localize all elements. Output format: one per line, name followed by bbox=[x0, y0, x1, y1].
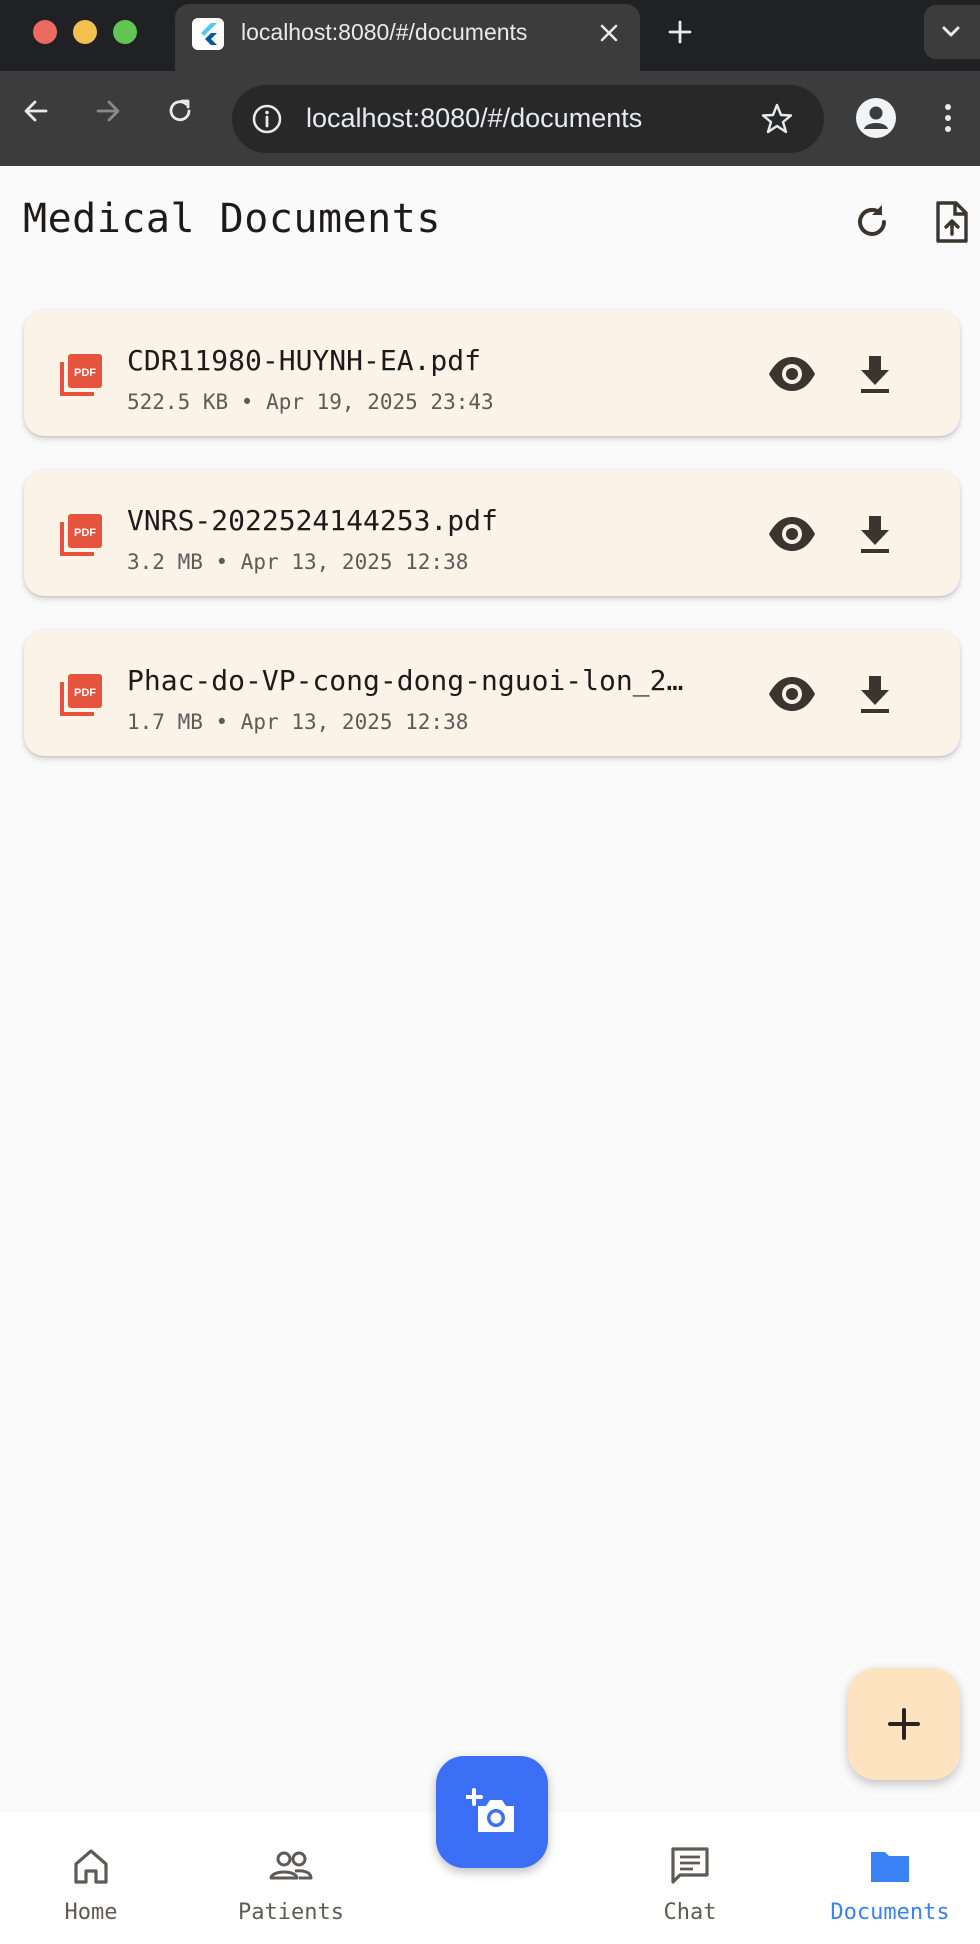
window-minimize-button[interactable] bbox=[73, 20, 97, 44]
add-document-button[interactable] bbox=[848, 1668, 960, 1780]
bookmark-star-icon[interactable] bbox=[758, 100, 796, 142]
browser-toolbar: localhost:8080/#/documents bbox=[0, 71, 980, 166]
document-meta: 1.7 MB • Apr 13, 2025 12:38 bbox=[127, 710, 469, 734]
address-bar[interactable]: localhost:8080/#/documents bbox=[232, 85, 824, 153]
pdf-file-icon: PDF bbox=[58, 352, 104, 398]
document-meta: 3.2 MB • Apr 13, 2025 12:38 bbox=[127, 550, 469, 574]
document-name: Phac-do-VP-cong-dong-nguoi-lon_2… bbox=[127, 664, 684, 697]
svg-text:PDF: PDF bbox=[74, 687, 96, 699]
nav-label-patients: Patients bbox=[238, 1900, 344, 1925]
url-text: localhost:8080/#/documents bbox=[306, 103, 643, 133]
browser-menu-icon[interactable] bbox=[930, 93, 966, 147]
view-eye-icon[interactable] bbox=[766, 508, 818, 560]
window-close-button[interactable] bbox=[33, 20, 57, 44]
page-title: Medical Documents bbox=[23, 196, 441, 242]
download-icon[interactable] bbox=[849, 348, 901, 400]
home-icon bbox=[69, 1844, 113, 1888]
svg-text:PDF: PDF bbox=[74, 367, 96, 379]
tab-close-icon[interactable] bbox=[593, 17, 625, 49]
nav-label-chat: Chat bbox=[663, 1900, 717, 1925]
nav-label-documents: Documents bbox=[830, 1900, 950, 1925]
svg-text:PDF: PDF bbox=[74, 527, 96, 539]
document-card[interactable]: PDF VNRS-2022524144253.pdf 3.2 MB • Apr … bbox=[24, 470, 960, 596]
scan-document-button[interactable] bbox=[436, 1756, 548, 1868]
document-meta: 522.5 KB • Apr 19, 2025 23:43 bbox=[127, 390, 494, 414]
flutter-favicon-icon bbox=[192, 18, 224, 50]
document-name: CDR11980-HUYNH-EA.pdf bbox=[127, 344, 482, 377]
pdf-file-icon: PDF bbox=[58, 672, 104, 718]
view-eye-icon[interactable] bbox=[766, 348, 818, 400]
folder-icon bbox=[868, 1844, 912, 1888]
forward-arrow-icon[interactable] bbox=[90, 93, 126, 129]
nav-item-chat[interactable]: Chat bbox=[615, 1812, 765, 1944]
plus-icon bbox=[880, 1700, 928, 1752]
upload-file-icon[interactable] bbox=[928, 198, 976, 246]
download-icon[interactable] bbox=[849, 668, 901, 720]
site-info-icon[interactable] bbox=[250, 102, 284, 140]
nav-item-documents[interactable]: Documents bbox=[815, 1812, 965, 1944]
nav-item-home[interactable]: Home bbox=[16, 1812, 166, 1944]
view-eye-icon[interactable] bbox=[766, 668, 818, 720]
document-card[interactable]: PDF CDR11980-HUYNH-EA.pdf 522.5 KB • Apr… bbox=[24, 310, 960, 436]
document-card[interactable]: PDF Phac-do-VP-cong-dong-nguoi-lon_2… 1.… bbox=[24, 630, 960, 756]
browser-tabstrip: localhost:8080/#/documents bbox=[0, 0, 980, 71]
browser-tab-title: localhost:8080/#/documents bbox=[241, 19, 528, 45]
people-icon bbox=[269, 1844, 313, 1888]
back-arrow-icon[interactable] bbox=[18, 93, 54, 129]
add-a-photo-icon bbox=[465, 1786, 518, 1842]
chevron-down-icon bbox=[934, 15, 968, 53]
refresh-icon[interactable] bbox=[848, 198, 896, 246]
nav-label-home: Home bbox=[64, 1900, 118, 1925]
pdf-file-icon: PDF bbox=[58, 512, 104, 558]
document-name: VNRS-2022524144253.pdf bbox=[127, 504, 498, 537]
nav-item-patients[interactable]: Patients bbox=[216, 1812, 366, 1944]
tab-search-button[interactable] bbox=[924, 5, 980, 59]
new-tab-icon[interactable] bbox=[662, 14, 698, 50]
reload-icon[interactable] bbox=[162, 93, 198, 129]
download-icon[interactable] bbox=[849, 508, 901, 560]
window-zoom-button[interactable] bbox=[113, 20, 137, 44]
browser-tab-active[interactable]: localhost:8080/#/documents bbox=[175, 4, 640, 71]
chat-icon bbox=[668, 1844, 712, 1888]
profile-avatar-icon[interactable] bbox=[855, 97, 897, 143]
